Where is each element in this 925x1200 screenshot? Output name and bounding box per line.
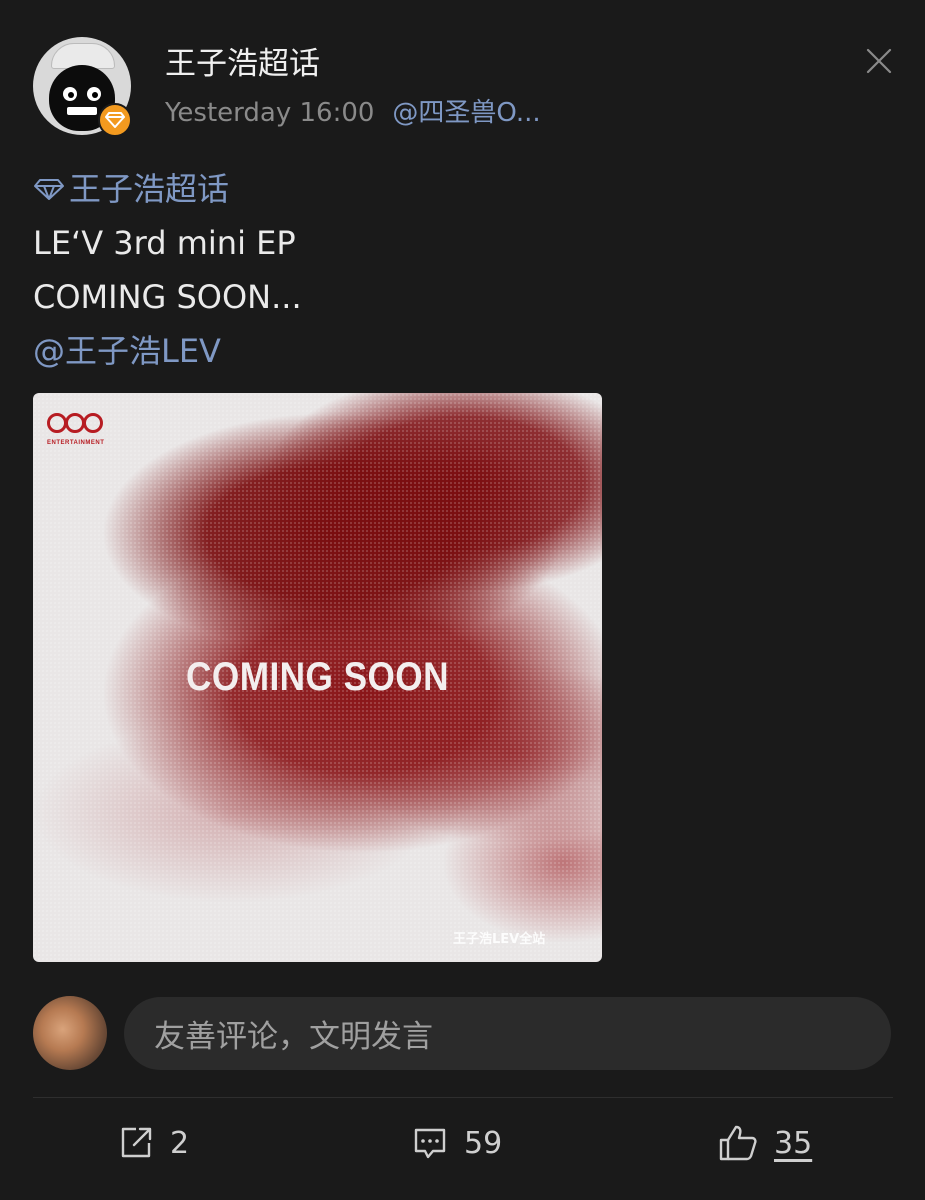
diamond-badge-icon	[98, 103, 132, 137]
comment-input[interactable]: 友善评论，文明发言	[124, 997, 891, 1070]
comment-icon	[414, 1128, 446, 1159]
post-meta: Yesterday 16:00 @四圣兽O...	[165, 92, 541, 129]
post-source[interactable]: @四圣兽O...	[392, 98, 540, 128]
post-text-line-2: COMING SOON...	[33, 278, 302, 316]
share-icon	[121, 1127, 152, 1158]
repost-count: 2	[170, 1125, 190, 1161]
like-count: 35	[774, 1125, 813, 1161]
action-bar: 2 59 35	[0, 1108, 925, 1178]
current-user-avatar[interactable]	[33, 996, 107, 1070]
post-text-line-1: LE‘V 3rd mini EP	[33, 224, 296, 262]
close-icon	[866, 48, 892, 74]
supertopic-label: 王子浩超话	[69, 170, 230, 208]
comment-count: 59	[464, 1125, 503, 1161]
label-logo-text: ENTERTAINMENT	[47, 440, 105, 446]
label-logo: ENTERTAINMENT	[47, 411, 104, 446]
repost-button[interactable]: 2	[118, 1108, 189, 1178]
image-title: COMING SOON	[186, 655, 449, 699]
divider	[33, 1097, 893, 1098]
comment-bar: 友善评论，文明发言	[33, 996, 893, 1072]
thumbs-up-icon	[719, 1125, 757, 1161]
author-name[interactable]: 王子浩超话	[165, 38, 320, 83]
close-button[interactable]	[862, 44, 896, 78]
post-time: Yesterday 16:00	[165, 98, 375, 128]
supertopic-link[interactable]: 王子浩超话	[33, 162, 893, 216]
like-button[interactable]: 35	[718, 1108, 812, 1178]
avatar-eye-right	[87, 87, 101, 101]
mention-link[interactable]: @王子浩LEV	[33, 324, 893, 378]
avatar-eye-left	[63, 87, 77, 101]
post-header: 王子浩超话 Yesterday 16:00 @四圣兽O...	[0, 0, 925, 150]
avatar-mouth	[67, 107, 97, 115]
image-watermark: 王子浩LEV全站	[453, 932, 546, 947]
label-logo-mark	[47, 413, 103, 433]
diamond-icon	[34, 179, 64, 200]
post-body: 王子浩超话 LE‘V 3rd mini EP COMING SOON... @王…	[33, 162, 893, 378]
comment-button[interactable]: 59	[412, 1108, 502, 1178]
post-image[interactable]: ENTERTAINMENT COMING SOON 王子浩LEV全站	[33, 393, 602, 962]
